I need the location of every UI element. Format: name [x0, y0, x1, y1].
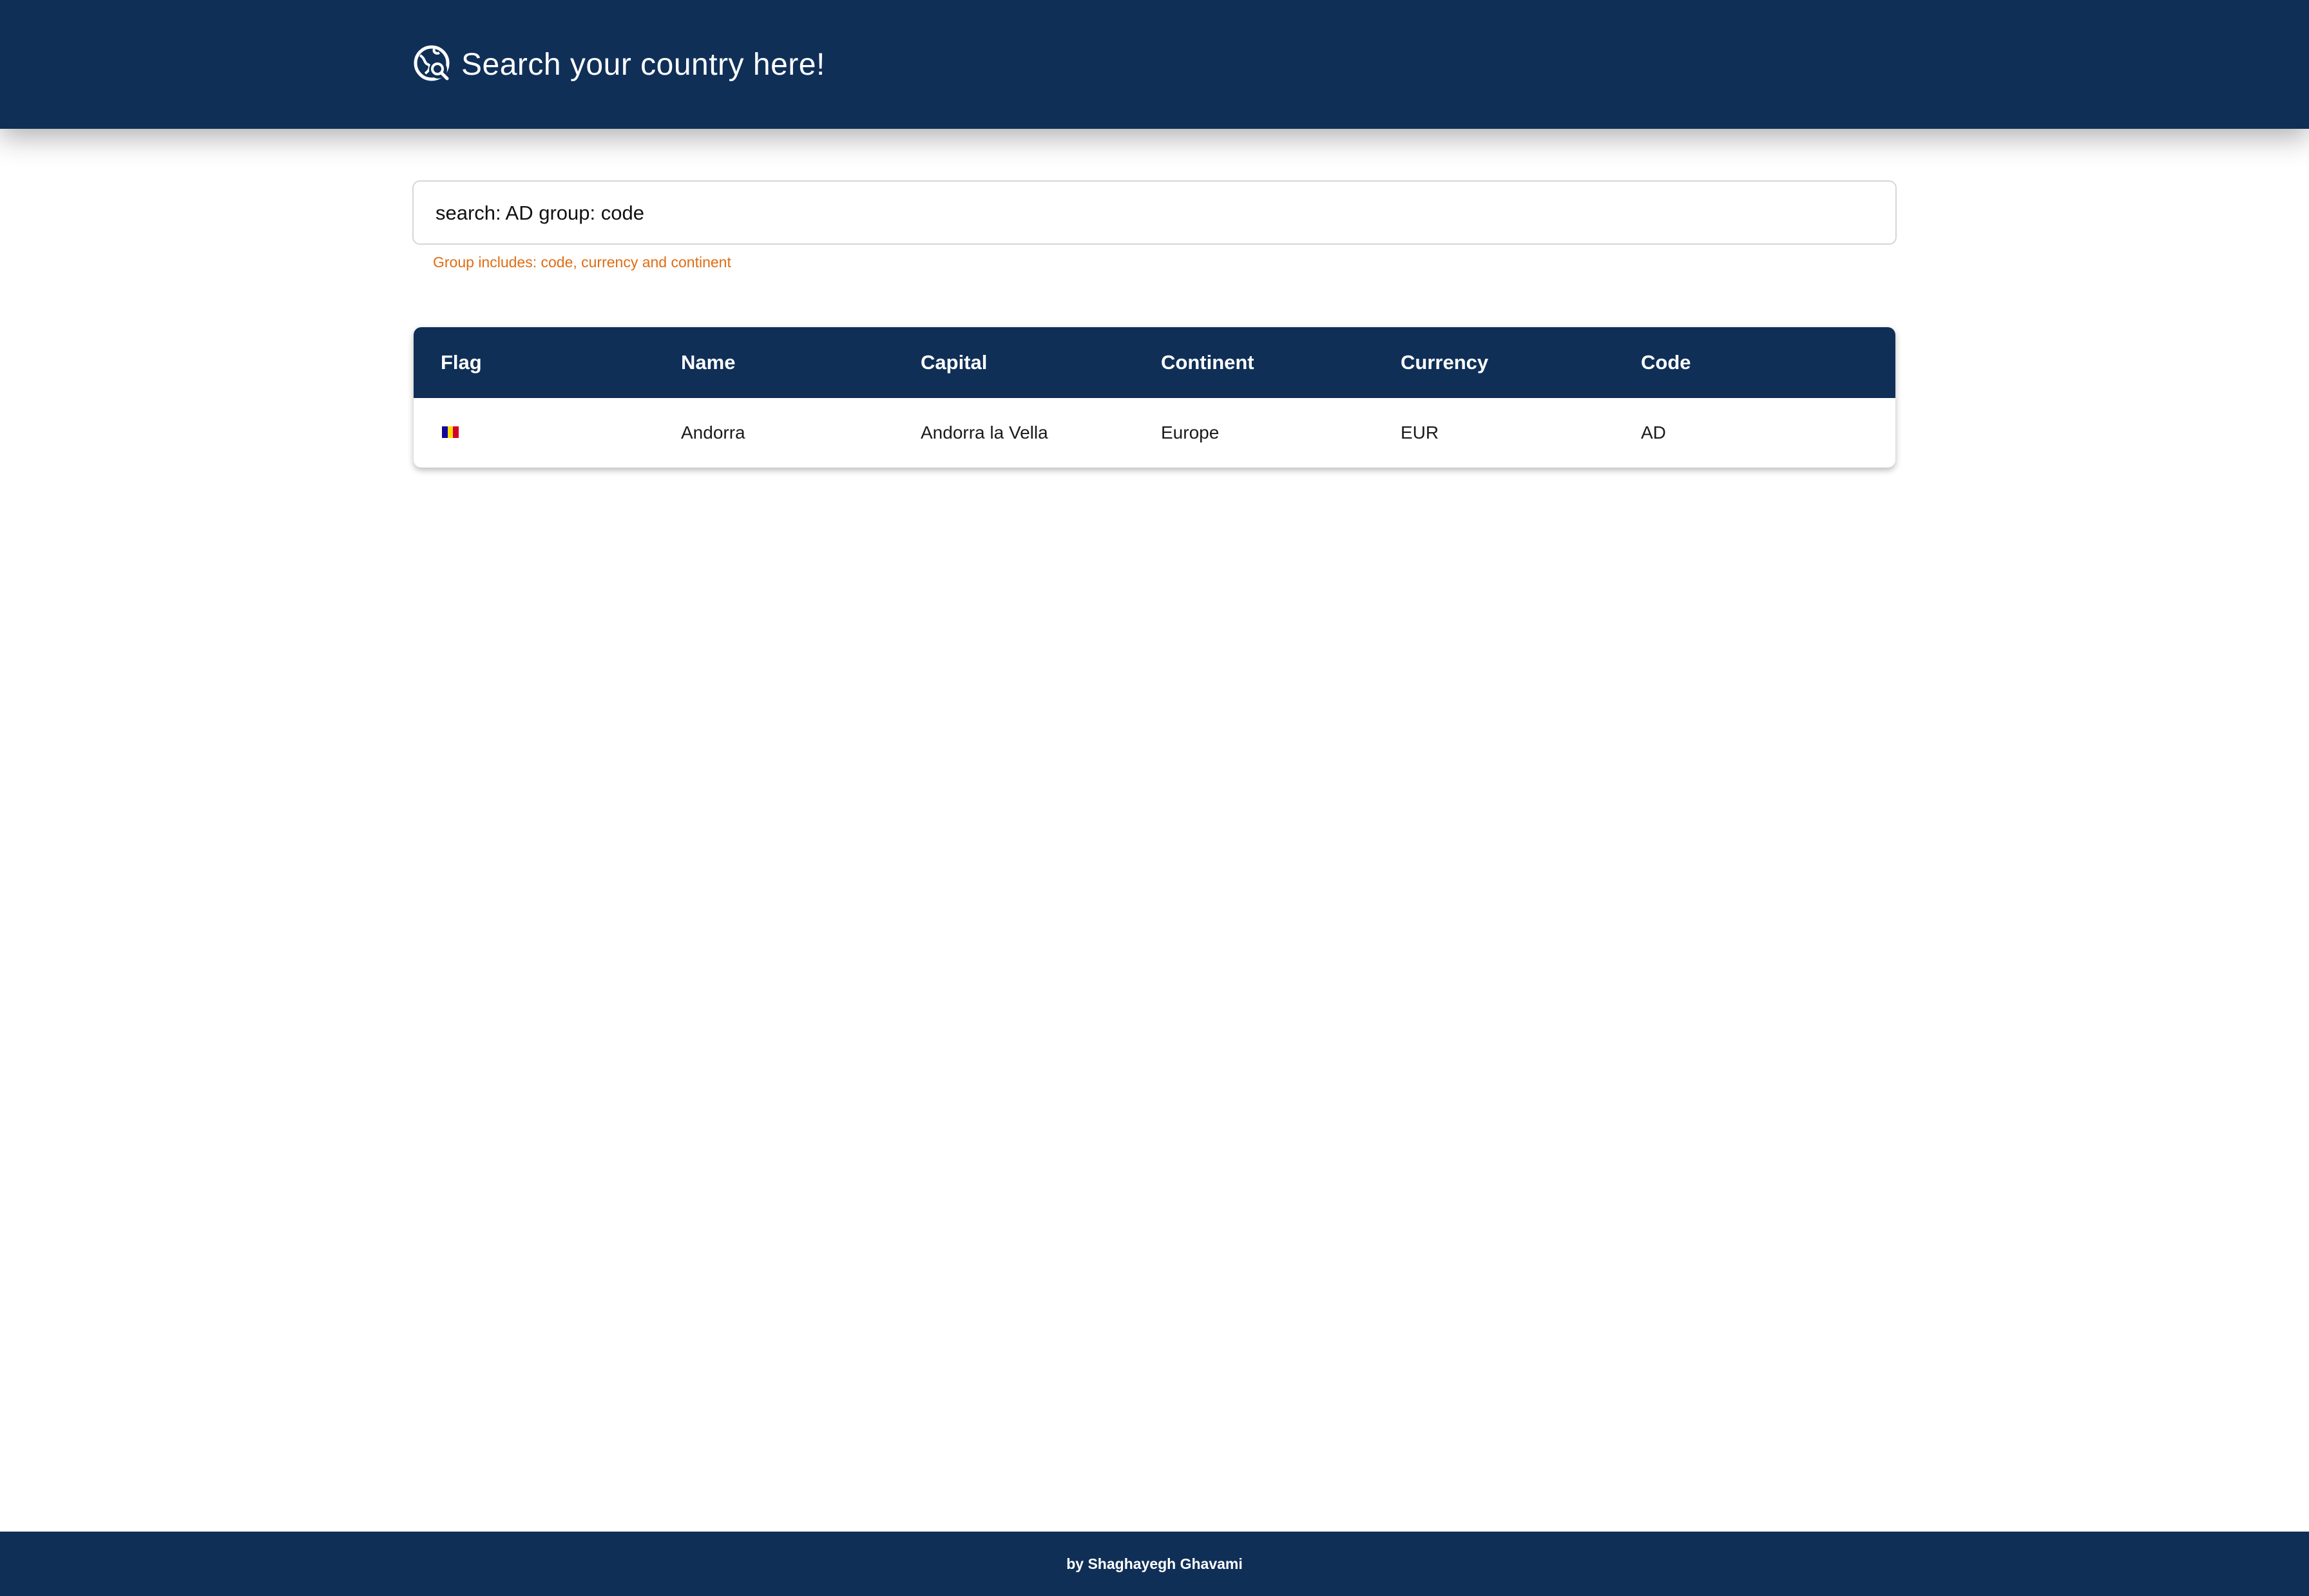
search-input[interactable]: [434, 182, 1873, 245]
column-header-capital: Capital: [921, 351, 988, 374]
search-helper-text: Group includes: code, currency and conti…: [433, 254, 731, 271]
app-header: Search your country here!: [0, 0, 2309, 129]
andorra-flag-icon: [442, 426, 459, 438]
cell-code: AD: [1641, 423, 1666, 442]
cell-capital: Andorra la Vella: [921, 423, 1048, 442]
footer: by Shaghayegh Ghavami: [0, 1532, 2309, 1596]
search-box[interactable]: [412, 180, 1897, 245]
page-title: Search your country here!: [461, 47, 825, 82]
countries-table: Flag Name Capital Continent Currency Cod…: [414, 327, 1895, 468]
column-header-flag: Flag: [441, 351, 482, 374]
column-header-continent: Continent: [1161, 351, 1254, 374]
column-header-currency: Currency: [1401, 351, 1489, 374]
table-header: Flag Name Capital Continent Currency Cod…: [414, 327, 1895, 398]
column-header-name: Name: [681, 351, 736, 374]
footer-credit: by Shaghayegh Ghavami: [1066, 1555, 1243, 1572]
header-brand: Search your country here!: [412, 41, 825, 88]
cell-currency: EUR: [1401, 423, 1439, 442]
globe-search-icon: [412, 44, 454, 85]
column-header-code: Code: [1641, 351, 1691, 374]
table-row[interactable]: Andorra Andorra la Vella Europe EUR AD: [414, 398, 1895, 468]
cell-continent: Europe: [1161, 423, 1220, 442]
cell-name: Andorra: [681, 423, 745, 442]
